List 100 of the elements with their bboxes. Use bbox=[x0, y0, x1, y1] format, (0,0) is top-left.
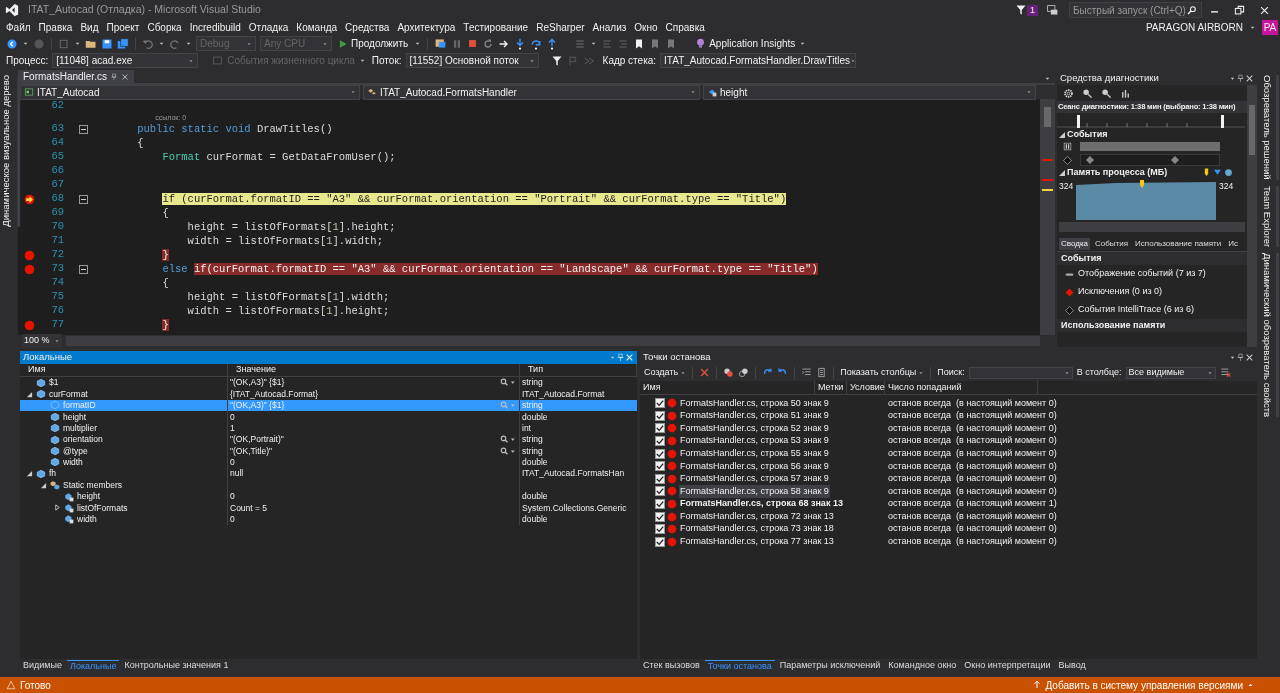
save-all-icon[interactable] bbox=[117, 37, 129, 50]
breakpoint-name[interactable]: FormatsHandler.cs, строка 55 знак 9 bbox=[679, 446, 830, 461]
vertical-scrollbar[interactable] bbox=[1247, 85, 1257, 347]
stop-icon[interactable] bbox=[467, 38, 479, 49]
variable-row[interactable]: listOfFormats Count = 5 System.Collections.Generic bbox=[20, 502, 637, 514]
back-icon[interactable] bbox=[6, 37, 18, 50]
variable-row[interactable]: curFormat {ITAT_Autocad.Format} ITAT_Autocad.Format bbox=[20, 388, 637, 400]
close-icon[interactable] bbox=[1245, 353, 1254, 362]
menu-item[interactable]: Тестирование bbox=[459, 20, 533, 35]
toggle-all-icon[interactable] bbox=[723, 367, 735, 378]
zoom-out-icon[interactable] bbox=[1101, 87, 1112, 99]
current-breakpoint-icon[interactable] bbox=[23, 193, 35, 205]
undo-icon[interactable] bbox=[142, 37, 154, 50]
show-columns-button[interactable]: Показать столбцы bbox=[840, 365, 925, 380]
breakpoint-name[interactable]: FormatsHandler.cs, строка 52 знак 9 bbox=[679, 421, 830, 436]
summary-link[interactable]: Отображение событий (7 из 7) bbox=[1078, 267, 1206, 281]
quick-launch-field[interactable]: Быстрый запуск (Ctrl+Q) bbox=[1069, 2, 1202, 18]
column-filter-dropdown[interactable]: Все видимые bbox=[1125, 366, 1216, 379]
tab[interactable]: Локальные bbox=[67, 660, 120, 672]
menu-item[interactable]: Сборка bbox=[143, 20, 186, 35]
collapse-icon[interactable] bbox=[78, 194, 88, 204]
close-icon[interactable] bbox=[1245, 73, 1254, 83]
column-header[interactable]: Тип bbox=[528, 363, 543, 377]
tab[interactable]: Стек вызовов bbox=[640, 660, 703, 672]
source-control-button[interactable]: Добавить в систему управления версиями bbox=[1045, 677, 1243, 693]
timeline-ruler[interactable] bbox=[1057, 113, 1245, 129]
expand-arrow-icon[interactable] bbox=[54, 504, 61, 512]
column-header[interactable]: Число попаданий bbox=[888, 380, 962, 395]
editor-tab[interactable]: FormatsHandler.cs bbox=[18, 70, 134, 83]
tab[interactable]: Ис bbox=[1226, 237, 1240, 250]
menu-item[interactable]: Правка bbox=[34, 20, 77, 35]
feedback-icon[interactable] bbox=[1046, 3, 1059, 17]
collapse-arrow-icon[interactable] bbox=[26, 470, 33, 478]
account-name[interactable]: PARAGON AIRBORN bbox=[1145, 20, 1243, 35]
menu-item[interactable]: Справка bbox=[661, 20, 709, 35]
filter-icon[interactable] bbox=[550, 54, 563, 67]
breakpoint-name[interactable]: FormatsHandler.cs, строка 57 знак 9 bbox=[679, 472, 830, 486]
checkbox[interactable] bbox=[655, 486, 665, 497]
application-insights-button[interactable]: Application Insights bbox=[695, 36, 796, 51]
variable-row[interactable]: fh null ITAT_Autocad.FormatsHan bbox=[20, 468, 637, 480]
tab[interactable]: Контрольные значения 1 bbox=[121, 660, 232, 672]
menu-item[interactable]: Архитектура bbox=[393, 20, 460, 35]
breakpoint-name[interactable]: FormatsHandler.cs, строка 68 знак 13 bbox=[679, 497, 844, 511]
checkbox[interactable] bbox=[655, 499, 665, 510]
menu-item[interactable]: Окно bbox=[630, 20, 662, 35]
menu-item[interactable]: Incredibuild bbox=[185, 20, 245, 35]
step-over-icon[interactable] bbox=[530, 37, 543, 50]
checkbox[interactable] bbox=[655, 448, 665, 459]
checkbox[interactable] bbox=[655, 473, 665, 484]
caret-icon[interactable] bbox=[1247, 681, 1254, 689]
breakpoint-name[interactable]: FormatsHandler.cs, строка 51 знак 9 bbox=[679, 409, 830, 423]
menu-item[interactable]: Команда bbox=[292, 20, 342, 35]
menu-item[interactable]: Средства bbox=[341, 20, 394, 35]
variable-row[interactable]: orientation "(OK,Portrait)" string bbox=[20, 433, 637, 446]
column-header[interactable]: Имя bbox=[643, 380, 661, 395]
tab[interactable]: Точки останова bbox=[704, 660, 775, 672]
collapse-icon[interactable] bbox=[78, 124, 88, 134]
menu-item[interactable]: Файл bbox=[2, 20, 35, 35]
checkbox[interactable] bbox=[655, 436, 665, 447]
tab[interactable]: Окно интерпретации bbox=[961, 660, 1054, 672]
breakpoint-name[interactable]: FormatsHandler.cs, строка 53 знак 9 bbox=[679, 434, 830, 448]
side-tab[interactable]: Team Explorer bbox=[1257, 185, 1280, 247]
summary-link[interactable]: Исключения (0 из 0) bbox=[1078, 285, 1163, 299]
redo-icon[interactable] bbox=[169, 37, 181, 50]
tab[interactable]: Видимые bbox=[20, 660, 65, 672]
close-icon[interactable] bbox=[1259, 4, 1270, 16]
go-to-source-icon[interactable] bbox=[801, 367, 813, 378]
column-header[interactable]: Значение bbox=[236, 363, 276, 377]
filter-icon[interactable] bbox=[1015, 4, 1027, 16]
thread-dropdown[interactable]: [11552] Основной поток bbox=[405, 53, 539, 68]
stack-frame-dropdown[interactable]: ITAT_Autocad.FormatsHandler.DrawTitles bbox=[660, 53, 857, 68]
account-avatar[interactable]: PA bbox=[1262, 20, 1278, 35]
tab[interactable]: Сводка bbox=[1059, 237, 1090, 250]
pin-icon[interactable] bbox=[1236, 353, 1245, 362]
search-field[interactable] bbox=[968, 366, 1073, 379]
clear-filter-icon[interactable] bbox=[1219, 367, 1231, 378]
breakpoint-name[interactable]: FormatsHandler.cs, строка 58 знак 9 bbox=[679, 484, 830, 499]
variable-row[interactable]: @type "(OK,Title)" string bbox=[20, 445, 637, 457]
create-button[interactable]: Создать bbox=[644, 365, 687, 380]
save-icon[interactable] bbox=[101, 37, 113, 50]
side-tab[interactable]: Обозреватель решений bbox=[1257, 75, 1280, 180]
breakpoint-name[interactable]: FormatsHandler.cs, строка 77 знак 13 bbox=[679, 535, 835, 549]
variable-row[interactable]: height 0 double bbox=[20, 411, 637, 423]
breakpoint-name[interactable]: FormatsHandler.cs, строка 72 знак 13 bbox=[679, 509, 835, 524]
go-to-disassembly-icon[interactable] bbox=[816, 367, 828, 378]
menu-item[interactable]: Вид bbox=[76, 20, 103, 35]
checkbox[interactable] bbox=[655, 536, 665, 547]
close-icon[interactable] bbox=[120, 72, 129, 81]
checkbox[interactable] bbox=[655, 461, 665, 472]
variable-row[interactable]: width 0 double bbox=[20, 513, 637, 526]
process-dropdown[interactable]: [11048] acad.exe bbox=[52, 53, 199, 68]
horizontal-scrollbar[interactable] bbox=[66, 336, 1040, 346]
breakpoint-name[interactable]: FormatsHandler.cs, строка 50 знак 9 bbox=[679, 396, 830, 411]
tab[interactable]: События bbox=[1093, 237, 1131, 250]
section-heading[interactable]: События bbox=[1067, 127, 1108, 142]
checkbox[interactable] bbox=[655, 524, 665, 535]
checkbox[interactable] bbox=[655, 423, 665, 434]
breakpoint-icon[interactable] bbox=[23, 263, 35, 275]
link-icon[interactable] bbox=[738, 367, 750, 378]
checkbox[interactable] bbox=[655, 410, 665, 421]
